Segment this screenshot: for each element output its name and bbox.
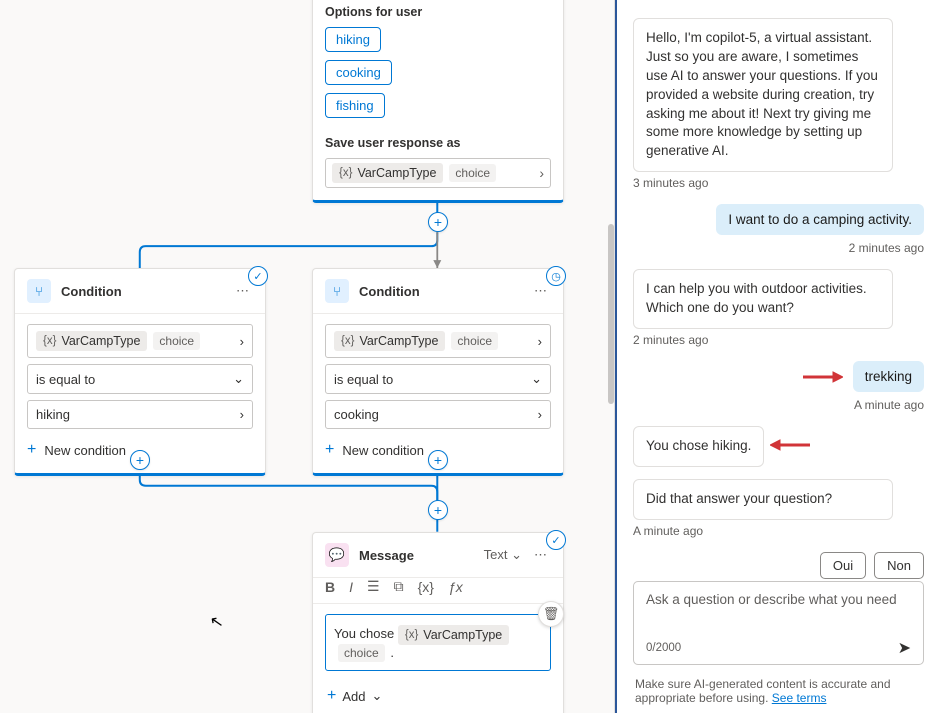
add-node-button-merge[interactable]: + — [428, 500, 448, 520]
option-cooking[interactable]: cooking — [325, 60, 392, 85]
message-mode-select[interactable]: Text ⌄ — [484, 547, 522, 563]
char-counter: 0/2000 — [646, 642, 681, 654]
timestamp: A minute ago — [633, 524, 924, 538]
numbered-list-button[interactable]: ⧉ — [394, 578, 404, 595]
options-header: Options for user — [325, 5, 551, 19]
test-chat-panel: Hello, I'm copilot-5, a virtual assistan… — [615, 0, 940, 713]
canvas-scrollbar[interactable] — [608, 224, 614, 404]
timestamp: 3 minutes ago — [633, 176, 924, 190]
condition-title: Condition — [61, 284, 222, 299]
branch-icon: ⑂ — [27, 279, 51, 303]
condition-operator-field[interactable]: is equal to ⌄ — [27, 364, 253, 394]
condition-node-1[interactable]: ✓ ⑂ Condition ⋯ {x} VarCampType choice › — [14, 268, 266, 476]
variable-icon: {x} — [43, 335, 56, 347]
chevron-right-icon: › — [538, 407, 542, 422]
options-node[interactable]: Options for user hiking cooking fishing … — [312, 0, 564, 203]
chat-input-placeholder: Ask a question or describe what you need — [646, 592, 911, 630]
more-icon[interactable]: ⋯ — [530, 545, 551, 565]
variable-icon: {x} — [339, 167, 352, 179]
user-message: trekking — [853, 361, 924, 392]
chevron-down-icon: ⌄ — [371, 688, 382, 704]
user-message: I want to do a camping activity. — [716, 204, 924, 235]
add-node-button-branch-1[interactable]: + — [130, 450, 150, 470]
delete-message-button[interactable]: 🗑 — [538, 601, 564, 627]
save-variable-field[interactable]: {x} VarCampType choice › — [325, 158, 551, 188]
status-pending-icon: ◷ — [546, 266, 566, 286]
condition-value-field[interactable]: cooking › — [325, 400, 551, 429]
variable-icon: {x} — [405, 629, 418, 641]
chevron-right-icon: › — [539, 165, 544, 181]
bot-message: Hello, I'm copilot-5, a virtual assistan… — [633, 18, 893, 172]
ai-disclaimer: Make sure AI-generated content is accura… — [627, 671, 930, 713]
variable-name: VarCampType — [357, 166, 436, 180]
cursor-icon: ↖ — [208, 611, 225, 633]
chevron-down-icon: ⌄ — [511, 547, 522, 562]
timestamp: A minute ago — [633, 398, 924, 412]
option-fishing[interactable]: fishing — [325, 93, 385, 118]
bot-message: You chose hiking. — [633, 426, 764, 467]
bold-button[interactable]: B — [325, 579, 335, 595]
trash-icon: 🗑 — [543, 606, 560, 622]
message-text-editor[interactable]: 🗑 You chose {x} VarCampType choice . — [325, 614, 551, 671]
quick-reply-no[interactable]: Non — [874, 552, 924, 579]
chevron-right-icon: › — [240, 334, 244, 349]
timestamp: 2 minutes ago — [633, 241, 924, 255]
chevron-right-icon: › — [240, 407, 244, 422]
see-terms-link[interactable]: See terms — [772, 691, 827, 705]
add-node-button-top[interactable]: + — [428, 212, 448, 232]
more-icon[interactable]: ⋯ — [530, 281, 551, 301]
send-button[interactable]: ➤ — [898, 638, 911, 658]
variable-icon: {x} — [341, 335, 354, 347]
timestamp: 2 minutes ago — [633, 333, 924, 347]
message-icon: 💬 — [325, 543, 349, 567]
bot-message: I can help you with outdoor activities. … — [633, 269, 893, 329]
chevron-down-icon: ⌄ — [531, 371, 542, 387]
insert-variable-button[interactable]: {x} — [418, 579, 434, 595]
rich-text-toolbar: B I ☰ ⧉ {x} ƒx — [313, 578, 563, 604]
italic-button[interactable]: I — [349, 579, 353, 595]
chat-input-box[interactable]: Ask a question or describe what you need… — [633, 581, 924, 665]
save-response-label: Save user response as — [325, 136, 551, 150]
annotation-arrow-icon — [803, 370, 843, 387]
branch-icon: ⑂ — [325, 279, 349, 303]
add-message-variant-button[interactable]: + Add ⌄ — [313, 679, 563, 713]
quick-reply-yes[interactable]: Oui — [820, 552, 866, 579]
insert-function-button[interactable]: ƒx — [448, 579, 463, 595]
plus-icon: + — [325, 441, 334, 459]
condition-variable-field[interactable]: {x} VarCampType choice › — [325, 324, 551, 358]
condition-operator-field[interactable]: is equal to ⌄ — [325, 364, 551, 394]
option-hiking[interactable]: hiking — [325, 27, 381, 52]
condition-variable-field[interactable]: {x} VarCampType choice › — [27, 324, 253, 358]
message-node[interactable]: ✓ 💬 Message Text ⌄ ⋯ B I ☰ ⧉ {x} ƒx 🗑 Yo… — [312, 532, 564, 713]
bullet-list-button[interactable]: ☰ — [367, 578, 380, 595]
plus-icon: + — [327, 687, 336, 705]
condition-node-2[interactable]: ◷ ⑂ Condition ⋯ {x} VarCampType choice › — [312, 268, 564, 476]
annotation-arrow-icon — [770, 438, 810, 455]
variable-type: choice — [449, 164, 496, 182]
bot-message: Did that answer your question? — [633, 479, 893, 520]
status-check-icon: ✓ — [546, 530, 566, 550]
add-node-button-branch-2[interactable]: + — [428, 450, 448, 470]
chevron-right-icon: › — [538, 334, 542, 349]
authoring-canvas[interactable]: Options for user hiking cooking fishing … — [0, 0, 615, 713]
condition-value-field[interactable]: hiking › — [27, 400, 253, 429]
status-check-icon: ✓ — [248, 266, 268, 286]
more-icon[interactable]: ⋯ — [232, 281, 253, 301]
plus-icon: + — [27, 441, 36, 459]
chevron-down-icon: ⌄ — [233, 371, 244, 387]
